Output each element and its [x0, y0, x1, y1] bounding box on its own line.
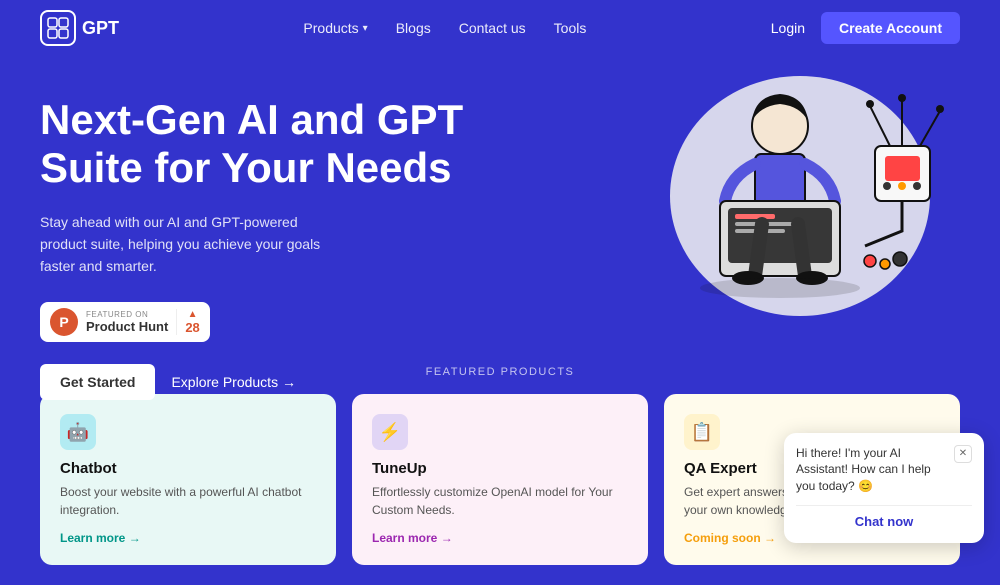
product-card-chatbot: 🤖 Chatbot Boost your website with a powe…: [40, 394, 336, 565]
tuneup-icon: ⚡: [372, 414, 408, 450]
tuneup-desc: Effortlessly customize OpenAI model for …: [372, 483, 628, 519]
brand-name: GPT: [82, 18, 119, 39]
hero-section: Next-Gen AI and GPT Suite for Your Needs…: [0, 56, 1000, 346]
chat-message: Hi there! I'm your AI Assistant! How can…: [796, 445, 954, 495]
nav-products[interactable]: Products ▾: [303, 20, 367, 36]
hero-title: Next-Gen AI and GPT Suite for Your Needs: [40, 96, 480, 193]
product-hunt-logo: P: [50, 308, 78, 336]
explore-products-button[interactable]: Explore Products →: [171, 374, 296, 390]
tuneup-title: TuneUp: [372, 460, 628, 477]
chat-widget: Hi there! I'm your AI Assistant! How can…: [784, 433, 984, 543]
ph-name: Product Hunt: [86, 319, 168, 334]
hero-content: Next-Gen AI and GPT Suite for Your Needs…: [40, 96, 480, 400]
nav-blogs[interactable]: Blogs: [396, 20, 431, 36]
qa-coming-soon[interactable]: Coming soon →: [684, 531, 776, 545]
navbar: GPT Products ▾ Blogs Contact us Tools Lo…: [0, 0, 1000, 56]
nav-actions: Login Create Account: [771, 12, 960, 44]
hero-svg: [580, 46, 980, 346]
chat-close-button[interactable]: ✕: [954, 445, 972, 463]
tuneup-learn-more[interactable]: Learn more →: [372, 531, 453, 545]
hero-subtitle: Stay ahead with our AI and GPT-powered p…: [40, 211, 340, 278]
brand-logo[interactable]: GPT: [40, 10, 119, 46]
get-started-button[interactable]: Get Started: [40, 364, 155, 400]
product-card-tuneup: ⚡ TuneUp Effortlessly customize OpenAI m…: [352, 394, 648, 565]
qa-icon: 📋: [684, 414, 720, 450]
ph-count: 28: [185, 320, 199, 335]
nav-tools[interactable]: Tools: [554, 20, 587, 36]
hero-illustration: [600, 46, 980, 366]
nav-contact[interactable]: Contact us: [459, 20, 526, 36]
chevron-down-icon: ▾: [363, 23, 368, 34]
chatbot-icon: 🤖: [60, 414, 96, 450]
chatbot-learn-more[interactable]: Learn more →: [60, 531, 141, 545]
chat-now-button[interactable]: Chat now: [796, 505, 972, 529]
ph-votes: ▲ 28: [176, 309, 199, 335]
product-hunt-badge[interactable]: P FEATURED ON Product Hunt ▲ 28: [40, 302, 210, 342]
chatbot-title: Chatbot: [60, 460, 316, 477]
chatbot-desc: Boost your website with a powerful AI ch…: [60, 483, 316, 519]
chat-header: Hi there! I'm your AI Assistant! How can…: [796, 445, 972, 495]
ph-arrow-icon: ▲: [188, 309, 198, 320]
create-account-button[interactable]: Create Account: [821, 12, 960, 44]
hero-buttons: Get Started Explore Products →: [40, 364, 480, 400]
login-button[interactable]: Login: [771, 20, 805, 36]
logo-icon: [40, 10, 76, 46]
nav-links: Products ▾ Blogs Contact us Tools: [303, 20, 586, 36]
ph-featured-text: FEATURED ON: [86, 310, 168, 319]
